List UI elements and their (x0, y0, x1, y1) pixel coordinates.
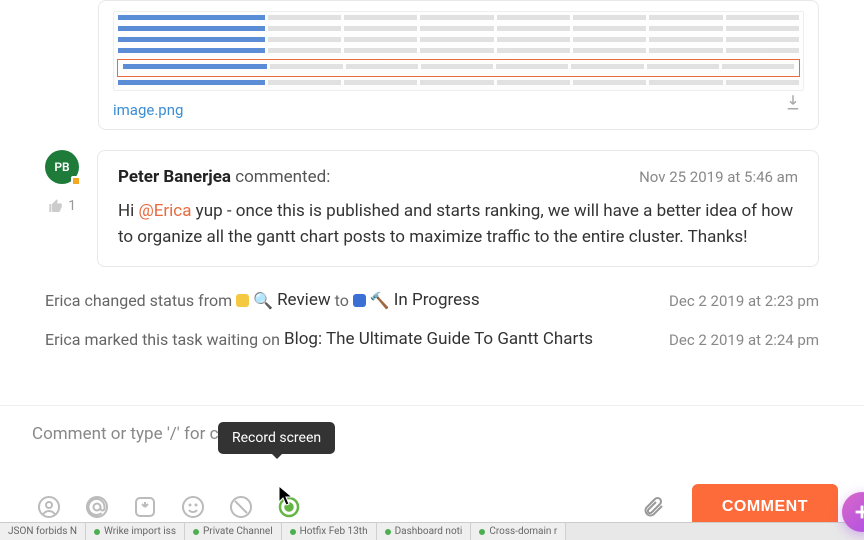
comment-meta-col: PB 1 (45, 150, 79, 267)
comment-header: Peter Banerjea commented: Nov 25 2019 at… (118, 167, 798, 187)
activity-feed: image.png PB 1 Peter Banerjea comme (0, 0, 864, 405)
browser-tab[interactable]: JSON forbids N (0, 523, 86, 540)
activity-verb: changed status from (84, 288, 232, 314)
avatar-initials: PB (54, 160, 69, 174)
like-button[interactable]: 1 (48, 198, 76, 214)
browser-tab[interactable]: Hotfix Feb 13th (282, 523, 377, 540)
assign-icon[interactable] (132, 494, 158, 520)
comment-action: commented: (231, 167, 330, 187)
comment-timestamp: Nov 25 2019 at 5:46 am (639, 168, 798, 186)
browser-tab[interactable]: Dashboard noti (377, 523, 472, 540)
comment-author[interactable]: Peter Banerjea (118, 167, 231, 187)
activity-status-change: Erica changed status from 🔍 Review to 🔨 … (45, 287, 819, 314)
block-icon[interactable] (228, 494, 254, 520)
attachment-preview (113, 11, 804, 91)
browser-tab[interactable]: Wrike import iss (86, 523, 185, 540)
avatar-status-badge (71, 176, 81, 186)
linked-task[interactable]: Blog: The Ultimate Guide To Gantt Charts (284, 326, 593, 353)
emoji-icon[interactable] (180, 494, 206, 520)
hammer-icon: 🔨 (370, 288, 390, 314)
comment-card: Peter Banerjea commented: Nov 25 2019 at… (97, 150, 819, 267)
status-chip-from (236, 294, 249, 307)
status-from: Review (277, 287, 331, 314)
browser-tab[interactable]: Private Channel (185, 523, 282, 540)
thumbs-up-icon (48, 198, 64, 214)
activity-timestamp: Dec 2 2019 at 2:23 pm (669, 292, 819, 310)
browser-tab[interactable]: Cross-domain r (471, 523, 566, 540)
comment-input[interactable]: Comment or type '/' for commands (32, 424, 838, 444)
magnifier-icon: 🔍 (253, 288, 273, 314)
activity-timestamp: Dec 2 2019 at 2:24 pm (669, 331, 819, 349)
activity-verb: marked this task waiting on (84, 327, 280, 353)
mention-person-icon[interactable] (36, 494, 62, 520)
at-icon[interactable] (84, 494, 110, 520)
cursor-pointer (276, 484, 296, 512)
status-chip-to (353, 294, 366, 307)
task-panel: image.png PB 1 Peter Banerjea comme (0, 0, 864, 540)
browser-tabs-bar: JSON forbids N Wrike import iss Private … (0, 522, 864, 540)
comment-row: PB 1 Peter Banerjea commented: Nov 25 20… (45, 150, 819, 267)
avatar[interactable]: PB (45, 150, 79, 184)
activity-waiting-on: Erica marked this task waiting on Blog: … (45, 326, 819, 353)
activity-actor: Erica (45, 327, 80, 353)
download-icon[interactable] (784, 93, 802, 115)
comment-composer: Comment or type '/' for commands (0, 405, 864, 540)
activity-actor: Erica (45, 288, 80, 314)
mention[interactable]: @Erica (138, 201, 191, 221)
like-count: 1 (68, 198, 76, 214)
comment-body: Hi @Erica yup - once this is published a… (118, 199, 798, 250)
attachment-card[interactable]: image.png (98, 0, 819, 130)
paperclip-icon[interactable] (640, 494, 666, 520)
status-to: In Progress (394, 287, 480, 314)
attachment-filename[interactable]: image.png (113, 101, 183, 119)
tooltip: Record screen (218, 422, 335, 454)
